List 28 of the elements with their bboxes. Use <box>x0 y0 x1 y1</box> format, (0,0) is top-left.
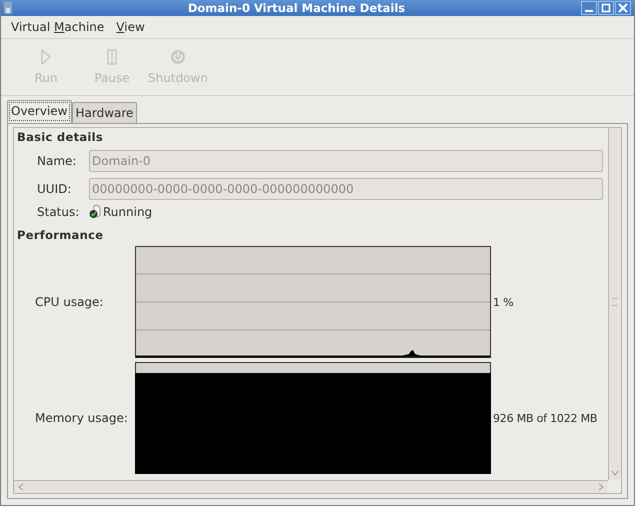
play-icon <box>41 49 51 65</box>
tab[interactable]: Overview <box>7 100 72 123</box>
minimize-button[interactable] <box>581 1 597 15</box>
power-icon <box>170 49 186 65</box>
window-title: Domain-0 Virtual Machine Details <box>186 1 406 15</box>
metric-label: CPU usage: <box>34 295 104 309</box>
maximize-button[interactable] <box>598 1 614 15</box>
section-heading: Basic details <box>17 130 104 144</box>
section-heading: Performance <box>17 228 104 242</box>
pause-icon <box>107 49 117 65</box>
metric-value: 1 % <box>493 296 514 308</box>
maximize-icon <box>601 3 611 13</box>
menu-item[interactable]: Virtual Machine <box>5 18 110 36</box>
menu-item[interactable]: View <box>110 18 151 36</box>
close-icon <box>618 3 628 13</box>
metric-value: 926 MB of 1022 MB <box>493 412 598 424</box>
minimize-icon <box>585 10 593 12</box>
metric-label: Memory usage: <box>34 411 129 425</box>
horizontal-scrollbar[interactable] <box>14 480 608 493</box>
app-icon <box>4 2 12 14</box>
vertical-scrollbar[interactable] <box>608 128 621 480</box>
close-button[interactable] <box>615 1 631 15</box>
field-label: Name: <box>36 154 78 168</box>
running-status-icon <box>89 204 102 219</box>
status-label: Status: <box>36 204 80 218</box>
tab[interactable]: Hardware <box>72 102 138 123</box>
field-label: UUID: <box>36 182 72 196</box>
status-value: Running <box>103 204 152 218</box>
